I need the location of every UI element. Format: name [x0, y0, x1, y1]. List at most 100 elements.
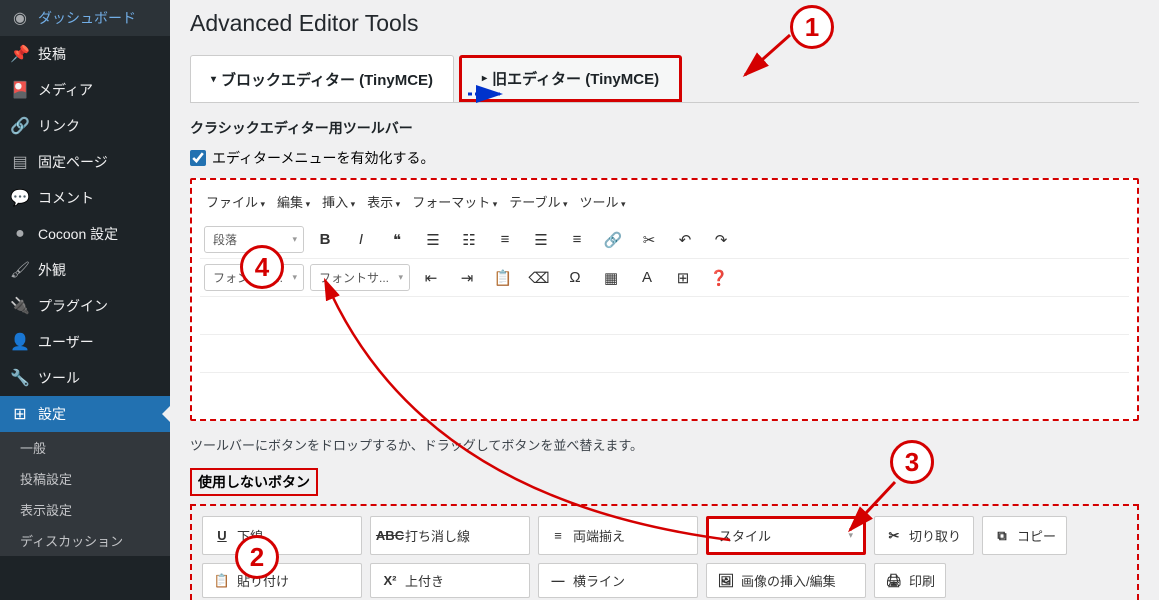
justify-icon: ≡ [549, 528, 567, 543]
sidebar-item-pages[interactable]: ▤固定ページ [0, 144, 170, 180]
italic-button[interactable]: I [346, 226, 376, 254]
unused-strike[interactable]: ABC打ち消し線 [370, 516, 530, 555]
menu-file[interactable]: ファイル [206, 192, 265, 211]
unused-image[interactable]: 🖼画像の挿入/編集 [706, 563, 866, 598]
triangle-down-icon: ▾ [211, 74, 216, 85]
menu-table[interactable]: テーブル [509, 192, 567, 211]
gauge-icon: ◉ [10, 8, 30, 28]
unused-buttons-area: U下線 ABC打ち消し線 ≡両端揃え スタイル▾ ✂切り取り ⧉コピー 📋貼り付… [190, 504, 1139, 600]
menu-edit[interactable]: 編集 [277, 192, 310, 211]
clear-format-button[interactable]: ⌫ [524, 264, 554, 292]
chevron-down-icon: ▾ [848, 530, 853, 541]
redo-button[interactable]: ↷ [706, 226, 736, 254]
unused-justify[interactable]: ≡両端揃え [538, 516, 698, 555]
unused-paste[interactable]: 📋貼り付け [202, 563, 362, 598]
menu-insert[interactable]: 挿入 [322, 192, 355, 211]
toolbar-area: ファイル 編集 挿入 表示 フォーマット テーブル ツール 段落 B I ❝ ☰… [190, 178, 1139, 421]
blockquote-button[interactable]: ❝ [382, 226, 412, 254]
sidebar-item-users[interactable]: 👤ユーザー [0, 324, 170, 360]
user-icon: 👤 [10, 332, 30, 352]
sidebar-item-tools[interactable]: 🔧ツール [0, 360, 170, 396]
unused-copy[interactable]: ⧉コピー [982, 516, 1067, 555]
special-char-button[interactable]: Ω [560, 264, 590, 292]
tab-block-editor[interactable]: ▾ ブロックエディター (TinyMCE) [190, 55, 454, 102]
menu-tools[interactable]: ツール [580, 192, 626, 211]
page-icon: ▤ [10, 152, 30, 172]
sidebar-sub-general[interactable]: 一般 [0, 432, 170, 463]
unused-styles[interactable]: スタイル▾ [706, 516, 866, 555]
dot-icon: ● [10, 224, 30, 244]
page-title: Advanced Editor Tools [190, 10, 1139, 37]
sidebar-item-plugins[interactable]: 🔌プラグイン [0, 288, 170, 324]
align-right-button[interactable]: ≡ [562, 226, 592, 254]
link-icon: 🔗 [10, 116, 30, 136]
menubar: ファイル 編集 挿入 表示 フォーマット テーブル ツール [200, 188, 1129, 215]
drop-help-text: ツールバーにボタンをドロップするか、ドラッグしてボタンを並べ替えます。 [190, 435, 1139, 454]
admin-sidebar: ◉ダッシュボード 📌投稿 🎴メディア 🔗リンク ▤固定ページ 💬コメント ●Co… [0, 0, 170, 600]
number-list-button[interactable]: ☷ [454, 226, 484, 254]
sidebar-submenu: 一般 投稿設定 表示設定 ディスカッション [0, 432, 170, 556]
sidebar-item-settings[interactable]: ⊞設定 [0, 396, 170, 432]
strike-icon: ABC [381, 528, 399, 543]
copy-icon: ⧉ [993, 528, 1011, 544]
align-center-button[interactable]: ☰ [526, 226, 556, 254]
bold-button[interactable]: B [310, 226, 340, 254]
toolbar-row-2: フォントフ... フォントサ... ⇤ ⇥ 📋 ⌫ Ω ▦ A ⊞ ❓ [200, 259, 1129, 297]
undo-button[interactable]: ↶ [670, 226, 700, 254]
brush-icon: 🖌 [10, 260, 30, 280]
toolbar-row-1: 段落 B I ❝ ☰ ☷ ≡ ☰ ≡ 🔗 ✂ ↶ ↷ [200, 221, 1129, 259]
editor-tabs: ▾ ブロックエディター (TinyMCE) ▸ 旧エディター (TinyMCE) [190, 55, 1139, 103]
wrench-icon: 🔧 [10, 368, 30, 388]
align-left-button[interactable]: ≡ [490, 226, 520, 254]
print-icon: 🖨 [885, 573, 903, 589]
unused-sup[interactable]: X²上付き [370, 563, 530, 598]
enable-menu-checkbox[interactable]: エディターメニューを有効化する。 [190, 148, 1139, 168]
sidebar-item-comments[interactable]: 💬コメント [0, 180, 170, 216]
callout-3: 3 [890, 440, 934, 484]
a-button[interactable]: A [632, 264, 662, 292]
sliders-icon: ⊞ [10, 404, 30, 424]
toolbar-row-5[interactable] [200, 373, 1129, 411]
enable-menu-input[interactable] [190, 150, 206, 166]
unused-print[interactable]: 🖨印刷 [874, 563, 946, 598]
indent-button[interactable]: ⇥ [452, 264, 482, 292]
sidebar-item-appearance[interactable]: 🖌外観 [0, 252, 170, 288]
sidebar-item-media[interactable]: 🎴メディア [0, 72, 170, 108]
unused-cut[interactable]: ✂切り取り [874, 516, 974, 555]
unused-underline[interactable]: U下線 [202, 516, 362, 555]
superscript-icon: X² [381, 573, 399, 588]
triangle-right-icon: ▸ [482, 73, 487, 84]
sidebar-sub-writing[interactable]: 投稿設定 [0, 463, 170, 494]
unused-hr[interactable]: —横ライン [538, 563, 698, 598]
help-button[interactable]: ❓ [704, 264, 734, 292]
paste-text-button[interactable]: 📋 [488, 264, 518, 292]
table-button[interactable]: ⊞ [668, 264, 698, 292]
tab-classic-editor[interactable]: ▸ 旧エディター (TinyMCE) [459, 55, 682, 102]
hr-icon: — [549, 573, 567, 588]
bullet-list-button[interactable]: ☰ [418, 226, 448, 254]
sidebar-item-cocoon[interactable]: ●Cocoon 設定 [0, 216, 170, 252]
underline-icon: U [213, 528, 231, 543]
menu-view[interactable]: 表示 [367, 192, 400, 211]
main-content: Advanced Editor Tools ▾ ブロックエディター (TinyM… [170, 0, 1159, 600]
callout-2: 2 [235, 535, 279, 579]
sidebar-item-posts[interactable]: 📌投稿 [0, 36, 170, 72]
sidebar-item-dashboard[interactable]: ◉ダッシュボード [0, 0, 170, 36]
cut-icon: ✂ [885, 528, 903, 544]
pin-icon: 📌 [10, 44, 30, 64]
unused-section-title: 使用しないボタン [190, 468, 318, 496]
sidebar-sub-discussion[interactable]: ディスカッション [0, 525, 170, 556]
toolbar-row-3[interactable] [200, 297, 1129, 335]
unlink-button[interactable]: ✂ [634, 226, 664, 254]
toolbar-row-4[interactable] [200, 335, 1129, 373]
image-icon: 🖼 [717, 573, 735, 589]
comment-icon: 💬 [10, 188, 30, 208]
outdent-button[interactable]: ⇤ [416, 264, 446, 292]
paste-icon: 📋 [213, 573, 231, 589]
text-color-button[interactable]: ▦ [596, 264, 626, 292]
menu-format[interactable]: フォーマット [412, 192, 497, 211]
fontsize-select[interactable]: フォントサ... [310, 264, 410, 291]
link-button[interactable]: 🔗 [598, 226, 628, 254]
sidebar-sub-reading[interactable]: 表示設定 [0, 494, 170, 525]
sidebar-item-links[interactable]: 🔗リンク [0, 108, 170, 144]
